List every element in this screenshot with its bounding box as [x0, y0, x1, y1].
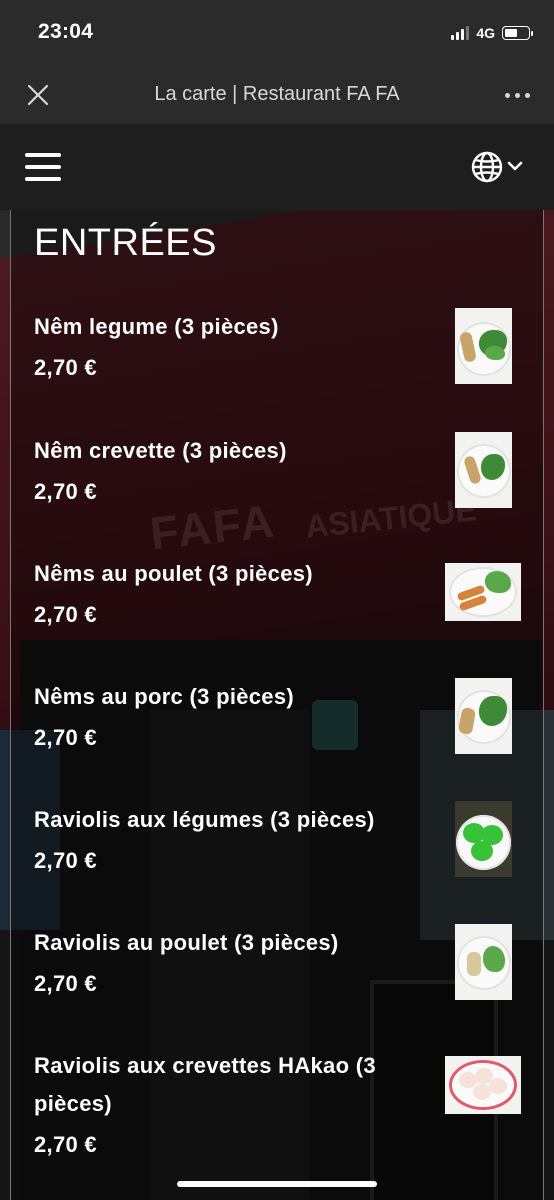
status-indicators: 4G	[451, 22, 533, 44]
globe-icon	[471, 151, 503, 183]
nem-plate-thumbnail[interactable]	[455, 432, 512, 508]
close-icon[interactable]	[26, 83, 50, 107]
fried-nems-thumbnail[interactable]	[445, 563, 521, 621]
item-name: Raviolis au poulet (3 pièces)	[34, 930, 339, 955]
hamburger-menu-icon[interactable]	[25, 153, 61, 181]
home-indicator[interactable]	[177, 1181, 377, 1187]
nem-plate-thumbnail[interactable]	[455, 308, 512, 384]
dumpling-plate-thumbnail[interactable]	[455, 924, 512, 1000]
item-name: Raviolis aux crevettes HAkao (3 pièces)	[34, 1053, 376, 1116]
site-header	[0, 124, 554, 210]
status-time: 23:04	[38, 20, 94, 43]
signal-icon	[451, 26, 470, 40]
browser-bar: La carte | Restaurant FA FA	[0, 66, 554, 124]
item-name: Raviolis aux légumes (3 pièces)	[34, 807, 375, 832]
status-bar: 23:04 4G	[0, 0, 554, 66]
chevron-down-icon	[507, 161, 523, 171]
language-selector[interactable]	[470, 150, 526, 184]
network-label: 4G	[476, 25, 495, 41]
item-name: Nêm crevette (3 pièces)	[34, 438, 287, 463]
green-dumplings-thumbnail[interactable]	[455, 801, 512, 877]
hakao-thumbnail[interactable]	[445, 1056, 521, 1114]
item-name: Nêm legume (3 pièces)	[34, 314, 279, 339]
page-title: La carte | Restaurant FA FA	[154, 83, 400, 105]
nem-plate-thumbnail[interactable]	[455, 678, 512, 754]
battery-icon	[502, 26, 533, 40]
more-icon[interactable]	[505, 93, 530, 98]
section-title: ENTRÉES	[34, 222, 217, 264]
item-price: 2,70 €	[34, 1132, 97, 1157]
item-name: Nêms au porc (3 pièces)	[34, 684, 294, 709]
item-name: Nêms au poulet (3 pièces)	[34, 561, 313, 586]
